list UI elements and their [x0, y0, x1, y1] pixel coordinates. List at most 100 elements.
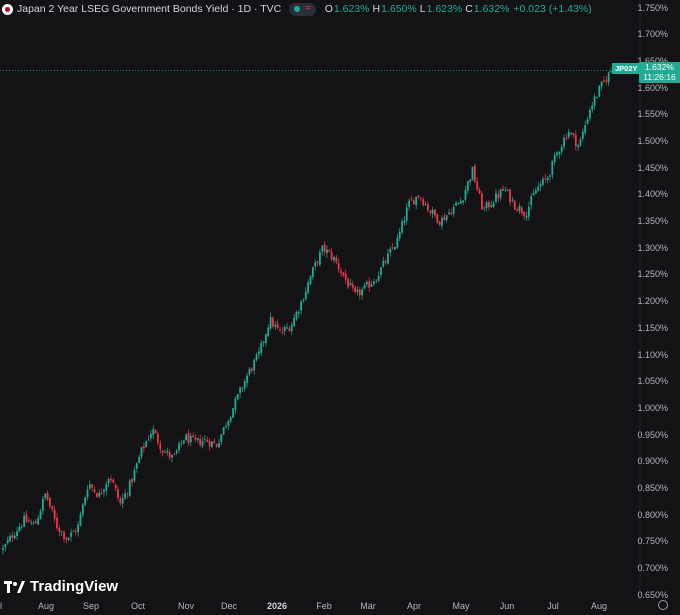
candle-up[interactable]	[236, 394, 239, 400]
candle-up[interactable]	[387, 253, 389, 264]
candle-up[interactable]	[542, 178, 544, 185]
candle-up[interactable]	[145, 441, 148, 448]
candle-down[interactable]	[281, 331, 284, 333]
candle-up[interactable]	[185, 434, 188, 441]
candle-down[interactable]	[419, 198, 422, 199]
candle-down[interactable]	[337, 263, 340, 270]
candle-up[interactable]	[269, 317, 272, 329]
candle-up[interactable]	[166, 450, 169, 453]
candle-up[interactable]	[504, 189, 507, 191]
candle-up[interactable]	[380, 267, 382, 275]
candle-up[interactable]	[591, 105, 594, 110]
settings-gear-icon[interactable]	[658, 600, 668, 610]
candle-up[interactable]	[133, 470, 136, 481]
candle-down[interactable]	[391, 247, 394, 249]
candle-up[interactable]	[297, 311, 300, 314]
candle-up[interactable]	[462, 200, 465, 203]
candle-up[interactable]	[546, 177, 549, 181]
candle-down[interactable]	[316, 261, 319, 264]
candle-up[interactable]	[128, 480, 131, 496]
candle-up[interactable]	[20, 526, 23, 528]
candle-down[interactable]	[342, 272, 345, 276]
candle-up[interactable]	[201, 441, 204, 447]
candle-down[interactable]	[131, 479, 134, 483]
candle-up[interactable]	[321, 245, 324, 252]
candle-down[interactable]	[56, 517, 58, 529]
candle-up[interactable]	[203, 438, 206, 440]
candle-up[interactable]	[363, 284, 366, 289]
candle-down[interactable]	[161, 450, 164, 453]
candle-up[interactable]	[30, 522, 33, 524]
candle-down[interactable]	[159, 443, 162, 450]
candle-up[interactable]	[570, 132, 572, 134]
candle-up[interactable]	[218, 443, 220, 448]
candle-down[interactable]	[53, 509, 56, 519]
candle-down[interactable]	[250, 368, 253, 371]
candle-down[interactable]	[544, 178, 547, 180]
candle-up[interactable]	[405, 207, 408, 221]
candle-down[interactable]	[384, 261, 387, 263]
candle-down[interactable]	[497, 194, 500, 199]
candle-down[interactable]	[100, 492, 103, 494]
candle-up[interactable]	[124, 493, 126, 499]
candle-up[interactable]	[84, 497, 87, 505]
candle-up[interactable]	[32, 522, 35, 524]
candle-up[interactable]	[60, 531, 63, 533]
candle-up[interactable]	[403, 220, 406, 223]
candle-down[interactable]	[417, 195, 420, 198]
candle-up[interactable]	[18, 526, 21, 532]
candle-up[interactable]	[257, 351, 260, 355]
candle-up[interactable]	[302, 300, 305, 302]
candle-down[interactable]	[199, 439, 202, 445]
candle-down[interactable]	[523, 212, 526, 217]
candle-down[interactable]	[126, 493, 129, 495]
candle-up[interactable]	[79, 514, 82, 526]
candle-up[interactable]	[495, 193, 497, 203]
candle-up[interactable]	[286, 327, 288, 329]
candle-up[interactable]	[265, 334, 267, 344]
candle-up[interactable]	[70, 532, 72, 537]
candle-up[interactable]	[424, 204, 427, 206]
candle-down[interactable]	[49, 498, 51, 507]
candle-up[interactable]	[304, 291, 307, 300]
candle-up[interactable]	[483, 207, 486, 209]
candle-up[interactable]	[243, 381, 246, 389]
candle-up[interactable]	[431, 209, 434, 214]
candle-up[interactable]	[382, 260, 385, 267]
candle-up[interactable]	[196, 437, 199, 440]
candle-up[interactable]	[248, 368, 251, 375]
candle-up[interactable]	[314, 262, 317, 267]
candle-up[interactable]	[239, 387, 241, 394]
candle-up[interactable]	[103, 489, 105, 493]
candle-up[interactable]	[319, 251, 321, 265]
candle-up[interactable]	[262, 341, 265, 343]
candle-down[interactable]	[410, 199, 413, 201]
candle-down[interactable]	[117, 488, 119, 498]
candle-down[interactable]	[368, 281, 371, 288]
candle-up[interactable]	[567, 131, 570, 138]
candle-up[interactable]	[396, 237, 399, 248]
candle-up[interactable]	[448, 212, 450, 214]
candle-down[interactable]	[119, 498, 122, 504]
candle-down[interactable]	[443, 217, 446, 221]
candle-up[interactable]	[107, 479, 110, 484]
candle-down[interactable]	[426, 203, 429, 211]
candle-up[interactable]	[229, 417, 232, 422]
candle-down[interactable]	[46, 493, 49, 500]
candle-up[interactable]	[349, 283, 352, 286]
candle-up[interactable]	[241, 388, 244, 390]
candle-down[interactable]	[516, 209, 519, 211]
candle-up[interactable]	[377, 275, 380, 282]
candle-up[interactable]	[253, 360, 256, 371]
candle-down[interactable]	[603, 80, 605, 82]
candle-down[interactable]	[74, 531, 77, 533]
candle-up[interactable]	[394, 246, 396, 250]
candle-up[interactable]	[180, 442, 183, 444]
candle-up[interactable]	[283, 327, 286, 332]
candle-up[interactable]	[309, 276, 312, 284]
candle-up[interactable]	[300, 301, 303, 311]
candle-up[interactable]	[333, 257, 335, 261]
candle-down[interactable]	[434, 209, 436, 216]
candle-down[interactable]	[605, 80, 608, 82]
candle-up[interactable]	[596, 96, 598, 98]
